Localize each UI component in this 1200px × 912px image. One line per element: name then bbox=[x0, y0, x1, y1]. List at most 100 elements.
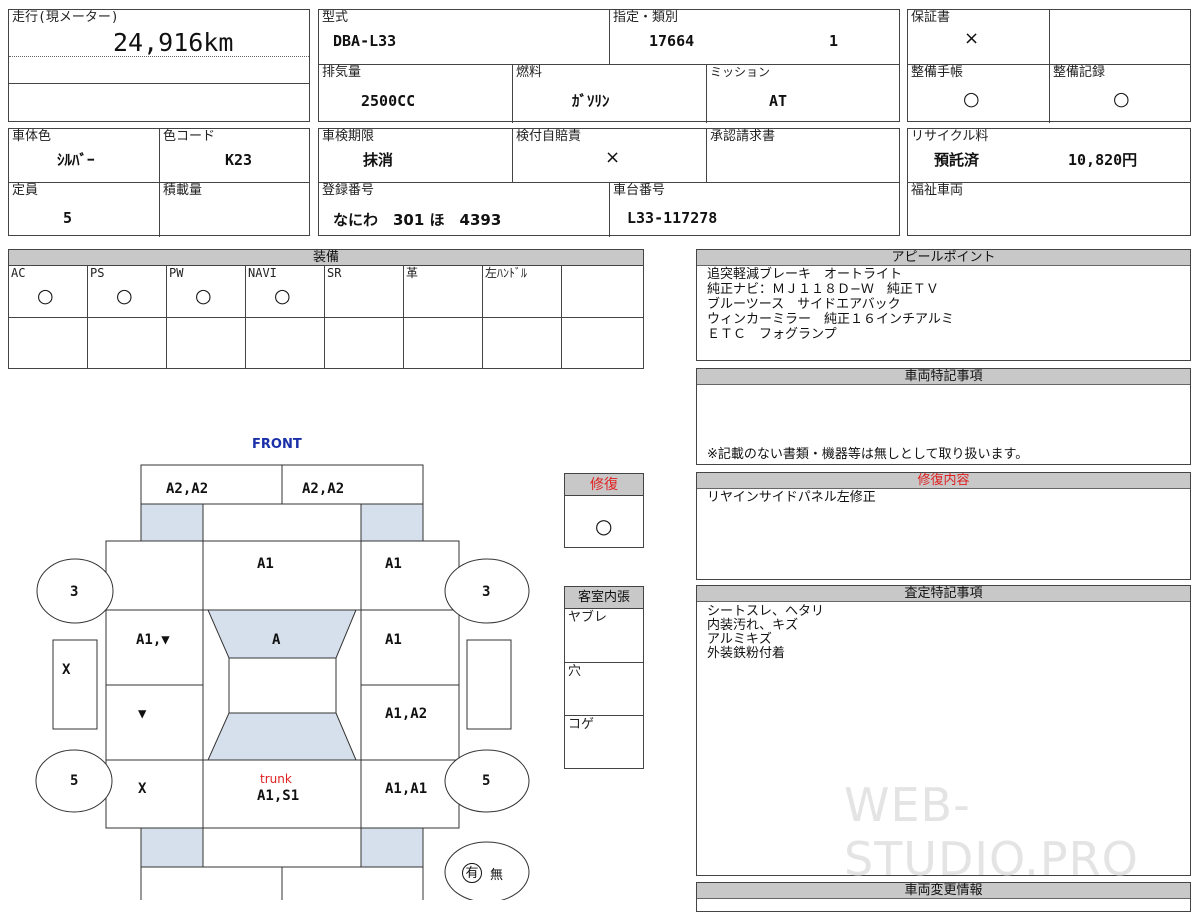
interior-item-burn: コゲ bbox=[568, 717, 595, 732]
appeal-line: ＥＴＣ フォグランプ bbox=[707, 327, 837, 342]
panel-trunk: A1,S1 bbox=[257, 788, 300, 804]
diagram-lines bbox=[35, 464, 530, 900]
body-color-label: 車体色 bbox=[12, 129, 52, 144]
spec-box: 型式 DBA-L33 指定・類別 17664 1 排気量 2500CC 燃料 ｶ… bbox=[318, 9, 900, 123]
load-label: 積載量 bbox=[163, 183, 203, 198]
panel-hood-center: A1 bbox=[257, 556, 274, 572]
panel-hood-right: A1 bbox=[385, 556, 402, 572]
equipment-label: 革 bbox=[406, 266, 419, 280]
repair-value: ○ bbox=[595, 514, 613, 538]
model-value: DBA-L33 bbox=[333, 32, 397, 50]
assessment-line: 外装鉄粉付着 bbox=[707, 646, 786, 661]
warranty-box: 保証書 × 整備手帳 ○ 整備記録 ○ bbox=[907, 9, 1191, 123]
assessment-line: アルミキズ bbox=[707, 632, 772, 647]
warranty-label: 保証書 bbox=[911, 10, 951, 25]
reg-label: 登録番号 bbox=[322, 183, 375, 198]
warranty-value: × bbox=[964, 28, 980, 49]
panel-rear-right: A1,A1 bbox=[385, 781, 428, 797]
panel-roof: A bbox=[272, 632, 281, 648]
equipment-title: 装備 bbox=[8, 249, 644, 266]
capacity-value: 5 bbox=[63, 209, 73, 227]
assessment-line: 内装汚れ、キズ bbox=[707, 618, 799, 633]
recycle-box: リサイクル料 預託済 10,820円 福祉車両 bbox=[907, 128, 1191, 236]
fuel-value: ｶﾞｿﾘﾝ bbox=[572, 92, 610, 110]
inspection-box: 車検期限 抹消 検付自賠責 × 承認請求書 登録番号 なにわ 301 ほ 439… bbox=[318, 128, 900, 237]
tire-rear-right: 5 bbox=[482, 773, 491, 789]
maint-book-label: 整備手帳 bbox=[911, 65, 964, 80]
reg-value: なにわ 301 ほ 4393 bbox=[333, 211, 502, 229]
mileage-box: 走行(現メーター) 24,916km bbox=[8, 9, 310, 122]
vehicle-notes-title: 車両特記事項 bbox=[697, 369, 1190, 385]
vehicle-diagram: FRONT A2,A2 A2,A2 A1 A1 A1,▼ A A1 ▼ A1,A… bbox=[0, 430, 560, 900]
equipment-label: NAVI bbox=[248, 266, 277, 280]
spare-no: 無 bbox=[490, 868, 504, 883]
liability-value: × bbox=[605, 147, 621, 168]
recycle-status: 預託済 bbox=[934, 151, 980, 169]
equipment-table: 装備 AC ○ PS ○ PW ○ NAVI ○ SR 革 左ﾊﾝﾄﾞﾙ bbox=[8, 249, 644, 369]
change-info-box: 車両変更情報 bbox=[696, 882, 1191, 912]
equipment-label: PW bbox=[169, 266, 184, 280]
tire-front-right: 3 bbox=[482, 584, 491, 600]
repair-label: 修復 bbox=[565, 474, 643, 496]
assessment-line: シートスレ、ヘタリ bbox=[707, 604, 825, 619]
repair-content-box: 修復内容 リヤインサイドパネル左修正 bbox=[696, 472, 1191, 580]
equipment-value: ○ bbox=[274, 285, 291, 307]
category-value: 1 bbox=[829, 32, 839, 50]
step-left: X bbox=[62, 662, 71, 678]
spare-yes: 有 bbox=[462, 863, 482, 883]
recycle-label: リサイクル料 bbox=[911, 129, 989, 144]
panel-rear-left: X bbox=[138, 781, 147, 797]
tire-rear-left: 5 bbox=[70, 773, 79, 789]
body-box: 車体色 ｼﾙﾊﾞｰ 色コード K23 定員 5 積載量 bbox=[8, 128, 310, 237]
assessment-title: 査定特記事項 bbox=[697, 586, 1190, 602]
mileage-value: 24,916km bbox=[113, 28, 234, 57]
panel-right-rear: A1,A2 bbox=[385, 706, 428, 722]
capacity-label: 定員 bbox=[12, 183, 39, 198]
expiry-value: 抹消 bbox=[363, 151, 394, 169]
tire-front-left: 3 bbox=[70, 584, 79, 600]
appeal-box: アピールポイント 追突軽減ブレーキ オートライト 純正ナビ：ＭＪ１１８Ｄ−Ｗ 純正… bbox=[696, 249, 1191, 361]
repair-box: 修復 ○ bbox=[564, 473, 644, 548]
repair-content-title: 修復内容 bbox=[697, 473, 1190, 489]
panel-right-mid: A1 bbox=[385, 632, 402, 648]
displacement-value: 2500CC bbox=[361, 92, 416, 110]
maint-record-value: ○ bbox=[1113, 88, 1130, 110]
interior-item-hole: 穴 bbox=[568, 664, 582, 679]
appeal-line: 純正ナビ：ＭＪ１１８Ｄ−Ｗ 純正ＴＶ bbox=[707, 282, 939, 297]
approval-label: 承認請求書 bbox=[710, 129, 776, 144]
interior-box: 客室内張 ヤブレ 穴 コゲ bbox=[564, 586, 644, 769]
panel-left-rear: ▼ bbox=[138, 706, 147, 722]
equipment-label: SR bbox=[327, 266, 342, 280]
displacement-label: 排気量 bbox=[322, 65, 362, 80]
maint-book-value: ○ bbox=[963, 88, 980, 110]
interior-item-tear: ヤブレ bbox=[568, 610, 608, 625]
vehicle-notes-box: 車両特記事項 ※記載のない書類・機器等は無しとして取り扱います。 bbox=[696, 368, 1191, 465]
panel-front-right: A2,A2 bbox=[302, 481, 345, 497]
equipment-value: ○ bbox=[195, 285, 212, 307]
appeal-line: ブルーツース サイドエアバック bbox=[707, 297, 901, 312]
designation-value: 17664 bbox=[649, 32, 695, 50]
interior-title: 客室内張 bbox=[565, 587, 643, 609]
equipment-label: PS bbox=[90, 266, 105, 280]
transmission-value: AT bbox=[769, 92, 788, 110]
color-code-value: K23 bbox=[225, 151, 253, 169]
vehicle-notes-text: ※記載のない書類・機器等は無しとして取り扱います。 bbox=[707, 447, 1029, 462]
chassis-label: 車台番号 bbox=[613, 183, 666, 198]
panel-left-mid: A1,▼ bbox=[136, 632, 170, 648]
equipment-value: ○ bbox=[116, 285, 133, 307]
watermark: WEB-STUDIO.PRO bbox=[844, 778, 1139, 886]
recycle-amount: 10,820円 bbox=[1068, 151, 1138, 169]
equipment-value: ○ bbox=[37, 285, 54, 307]
equipment-label: 左ﾊﾝﾄﾞﾙ bbox=[485, 266, 528, 280]
equipment-label: AC bbox=[11, 266, 26, 280]
appeal-title: アピールポイント bbox=[697, 250, 1190, 266]
trunk-label: trunk bbox=[260, 772, 292, 786]
repair-content-text: リヤインサイドパネル左修正 bbox=[707, 490, 876, 505]
maint-record-label: 整備記録 bbox=[1053, 65, 1106, 80]
body-color-value: ｼﾙﾊﾞｰ bbox=[57, 151, 95, 169]
fuel-label: 燃料 bbox=[516, 65, 543, 80]
expiry-label: 車検期限 bbox=[322, 129, 375, 144]
appeal-line: ウィンカーミラー 純正１６インチアルミ bbox=[707, 312, 954, 327]
model-label: 型式 bbox=[322, 10, 349, 25]
transmission-label: ミッション bbox=[710, 65, 771, 79]
